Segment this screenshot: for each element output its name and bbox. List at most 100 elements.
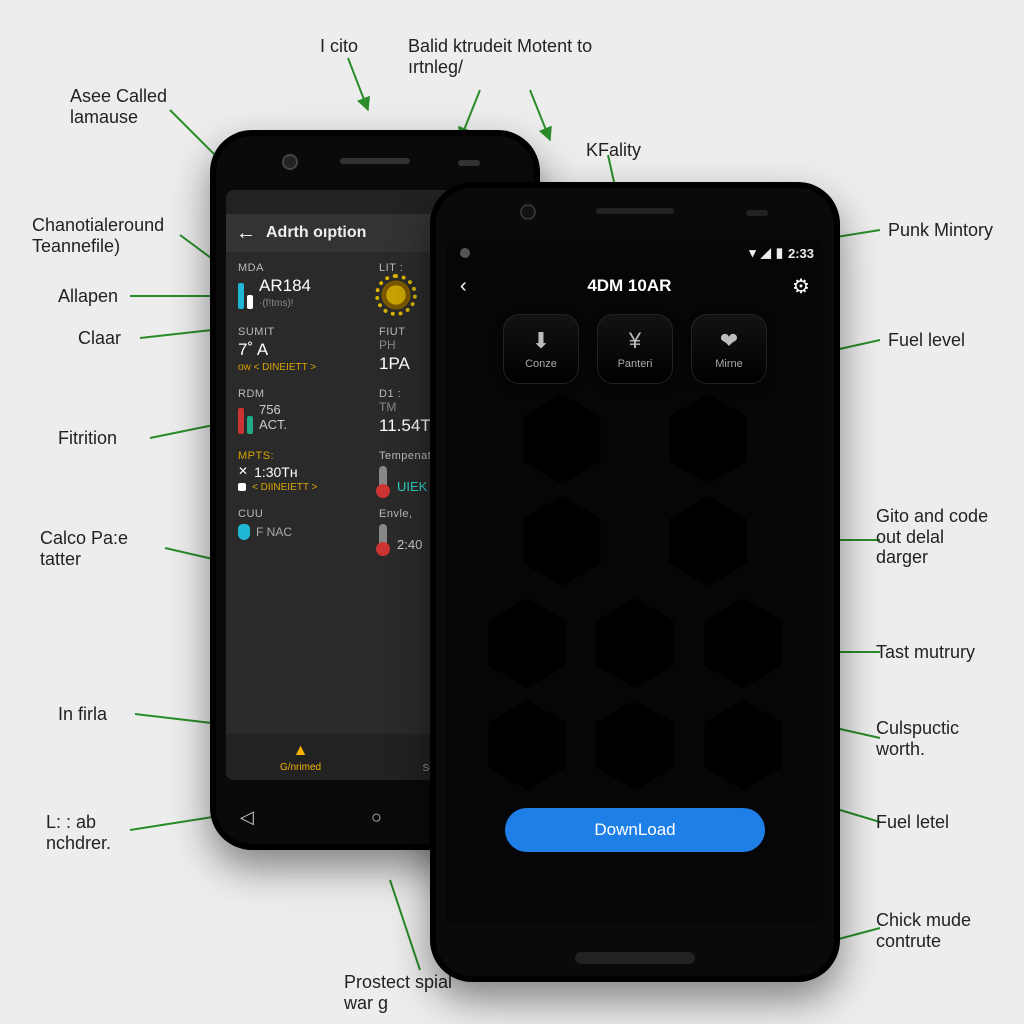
thermometer-icon [379,466,387,494]
pin-icon [238,524,250,540]
thermometer-icon [379,524,387,552]
hex-y0[interactable]: Y:0of [592,596,678,690]
hex-label: cof [736,653,749,664]
shield-icon: ⛨ [700,420,717,446]
header: ‹ 4DM 10AR ⚙ [446,266,824,306]
nav-back-icon[interactable]: ◁ [240,807,254,828]
tile-label: Panteri [618,358,653,370]
warning-icon: ▲ [293,742,309,760]
metric-label: CUU [238,508,371,520]
back-icon[interactable]: ‹ [460,275,467,298]
download-button[interactable]: DownLoad [505,808,765,852]
hex-7pnl[interactable]: ✔ 7pnl [484,698,570,792]
tile-panteri[interactable]: ¥ Panteri [597,314,673,384]
metric-value: AR184 [259,276,311,296]
status-bar: ▾ ◢ ▮ 2:33 [446,240,824,266]
settings-icon[interactable]: ⚙ [792,274,810,299]
metric-value: F NAC [256,525,292,539]
callout-left-3: Allapen [58,286,118,307]
hex-1[interactable]: 1 [519,494,605,588]
callout-right-6: Fuel letel [876,812,949,833]
metric-value: 2:40 [397,537,422,552]
wifi-icon: ▾ [749,245,756,261]
callout-top-3: KFality [586,140,641,161]
heart-icon: ❤ [720,328,738,354]
metric-mpts[interactable]: MPTS: ✕1:30Tн < DIINEIETT > [234,444,375,502]
back-icon[interactable]: ← [236,222,256,245]
hex-2ex[interactable]: 2! cof [700,596,786,690]
metric-cuu[interactable]: CUU F NAC [234,502,375,560]
phone-b-frame: ▾ ◢ ▮ 2:33 ‹ 4DM 10AR ⚙ ⬇Conze ¥Panteri … [430,182,840,982]
hex-d1[interactable]: d1 lıdal [484,596,570,690]
callout-left-8: L: : ab nchdrer. [46,812,111,853]
metric-sub: ow < DINEIETT > [238,362,371,373]
hex-sosal[interactable]: ⛨ Sosal [665,392,751,486]
download-icon: ⬇ [532,328,550,354]
page-title: 4DM 10AR [587,276,671,296]
metric-label: SUMIT [238,326,371,338]
hex-value: d1 [513,623,541,651]
metric-value: 1:30Tн [254,464,298,480]
tab-label: G/nrimed [280,762,321,773]
gear-icon [379,278,413,312]
callout-right-5: Culspuctic worth. [876,718,959,759]
home-bar[interactable] [575,952,695,964]
metric-sub: < DIINEIETT > [252,482,317,493]
record-icon [460,248,470,258]
metric-value: UIEK [397,479,427,494]
callout-left-4: Claar [78,328,121,349]
callout-left-1: Asee Called lamause [70,86,167,127]
hex-label: buck [729,751,756,766]
callout-right-3: Gito and code out delal darger [876,506,988,568]
hex-value: Z [555,419,570,447]
callout-top-2: Balid ktrudeit Motent to ırtnleg/ [408,36,592,77]
hex-label: Sosal [695,448,720,459]
metric-value: ACT. [259,417,287,432]
hex-buck[interactable]: ✔buck [700,698,786,792]
speaker-icon [596,208,674,214]
metric-value: 7˚ A [238,340,371,360]
tile-mirne[interactable]: ❤ Mirne [691,314,767,384]
speaker-icon [340,158,410,164]
callout-right-4: Tast mutrury [876,642,975,663]
hex-3[interactable]: 3 [665,494,751,588]
metric-label: MPTS: [238,450,371,462]
callout-left-2: Chanotialeround Teannefile) [32,215,164,256]
battery-icon: ▮ [776,245,783,261]
currency-icon: ¥ [629,328,641,354]
tile-conze[interactable]: ⬇ Conze [503,314,579,384]
tile-label: Mirne [715,358,743,370]
callout-left-5: Fitrition [58,428,117,449]
metric-sub: ·(f!tms)! [259,298,311,309]
metric-rdm[interactable]: RDM 756 ACT. [234,382,375,444]
callout-right-7: Chick mude contrute [876,910,971,951]
front-camera-icon [520,204,536,220]
hex-label: lıdal [518,653,536,664]
check-icon: ✔ [519,724,536,749]
callout-left-6: Calco Pa:e tatter [40,528,128,569]
status-time: 2:33 [788,246,814,261]
signal-icon: ◢ [761,245,771,261]
callout-top-1: I cito [320,36,358,57]
front-camera-icon [282,154,298,170]
phone-b-screen: ▾ ◢ ▮ 2:33 ‹ 4DM 10AR ⚙ ⬇Conze ¥Panteri … [446,240,824,922]
metric-value: 756 [259,402,287,417]
hex-label: 60'13p [614,738,656,754]
hex-label: Visaınıty [543,449,581,460]
hex-value: Y:0 [622,626,649,647]
metric-mda[interactable]: MDA AR184 ·(f!tms)! [234,256,375,320]
hex-value: 3 [701,527,714,555]
sensor-icon [746,210,768,216]
nav-home-icon[interactable]: ○ [371,807,382,828]
page-title: Adrth oıption [266,224,366,242]
hex-visainty[interactable]: Z Visaınıty [519,392,605,486]
hex-label: 7pnl [515,751,540,766]
callout-right-2: Fuel level [888,330,965,351]
tile-label: Conze [525,358,557,370]
metric-label: RDM [238,388,371,400]
hex-6013p[interactable]: 60'13p [592,698,678,792]
metric-label: MDA [238,262,371,274]
tab-1[interactable]: ▲ G/nrimed [226,734,375,780]
hex-value: 2! [732,623,753,651]
metric-sumit[interactable]: SUMIT 7˚ A ow < DINEIETT > [234,320,375,382]
